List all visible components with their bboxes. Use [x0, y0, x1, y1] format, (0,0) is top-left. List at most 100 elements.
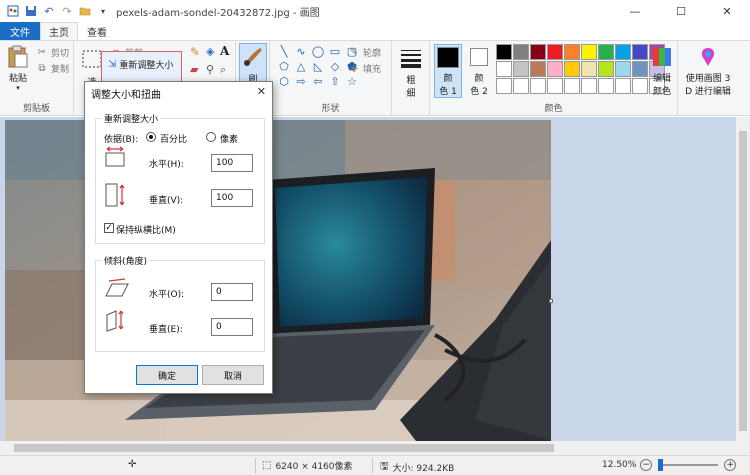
- palette-color-swatch[interactable]: [547, 78, 563, 94]
- image-dimensions: ⬚ 6240 × 4160像素: [262, 459, 353, 472]
- percent-radio[interactable]: [146, 132, 156, 142]
- zoom-out-icon[interactable]: −: [640, 459, 653, 471]
- curve-shape-icon[interactable]: ∿: [294, 45, 308, 58]
- palette-color-swatch[interactable]: [564, 78, 580, 94]
- palette-color-swatch[interactable]: [564, 61, 580, 77]
- polygon-shape-icon[interactable]: ⬠: [277, 60, 291, 73]
- palette-color-swatch[interactable]: [530, 61, 546, 77]
- palette-color-swatch[interactable]: [564, 44, 580, 60]
- resize-button[interactable]: ⇲ 重新调整大小: [108, 58, 173, 71]
- fill-icon[interactable]: ◈: [206, 45, 214, 58]
- palette-color-swatch[interactable]: [615, 61, 631, 77]
- zoom-slider-thumb[interactable]: [658, 459, 664, 471]
- tab-home[interactable]: 主页: [40, 22, 78, 40]
- dialog-title: 调整大小和扭曲: [91, 90, 161, 101]
- paste-button[interactable]: 粘贴 ▾: [6, 45, 30, 92]
- pixels-label[interactable]: 像素: [220, 132, 238, 145]
- magnifier-icon[interactable]: ⌕: [220, 63, 226, 77]
- undo-icon[interactable]: ↶: [42, 4, 56, 18]
- text-icon[interactable]: A: [220, 44, 229, 58]
- palette-color-swatch[interactable]: [496, 44, 512, 60]
- keep-ratio-checkbox[interactable]: ✓: [104, 223, 114, 233]
- close-button[interactable]: ✕: [704, 0, 750, 22]
- tab-file[interactable]: 文件: [0, 22, 40, 40]
- color2-label-1: 颜: [474, 74, 484, 84]
- rect-shape-icon[interactable]: ▭: [328, 45, 342, 58]
- diamond-shape-icon[interactable]: ◇: [328, 60, 342, 73]
- skew-vertical-input[interactable]: [211, 318, 253, 336]
- copy-button[interactable]: ⧉ 复制: [36, 62, 69, 75]
- paint3d-button[interactable]: 使用画图 3 D 进行编辑: [682, 45, 734, 97]
- resize-skew-dialog: 调整大小和扭曲 ✕ 重新调整大小 依据(B): 百分比 像素 水平(H): 垂直…: [84, 81, 273, 394]
- vertical-scrollbar[interactable]: [736, 117, 750, 455]
- palette-color-swatch[interactable]: [581, 78, 597, 94]
- skew-fieldset: 倾斜(角度): [95, 254, 265, 352]
- triangle-shape-icon[interactable]: △: [294, 60, 308, 73]
- paint3d-label-1: 使用画图 3: [685, 74, 731, 84]
- maximize-button[interactable]: ☐: [658, 0, 704, 22]
- redo-icon[interactable]: ↷: [60, 4, 74, 18]
- outline-button[interactable]: ✎ 轮廓: [348, 46, 381, 59]
- horizontal-scrollbar[interactable]: [0, 441, 736, 455]
- line-shape-icon[interactable]: ╲: [277, 45, 291, 58]
- star-shape-icon[interactable]: ☆: [345, 75, 359, 88]
- palette-color-swatch[interactable]: [496, 61, 512, 77]
- palette-color-swatch[interactable]: [496, 78, 512, 94]
- palette-color-swatch[interactable]: [513, 78, 529, 94]
- pixels-radio[interactable]: [206, 132, 216, 142]
- cancel-button[interactable]: 取消: [202, 365, 264, 385]
- arrow-right-shape-icon[interactable]: ⇨: [294, 75, 308, 88]
- palette-color-swatch[interactable]: [615, 44, 631, 60]
- size-button[interactable]: 粗 细: [399, 46, 423, 99]
- vertical-scroll-thumb[interactable]: [739, 131, 747, 431]
- palette-color-swatch[interactable]: [632, 61, 648, 77]
- status-separator: [372, 458, 373, 473]
- color-picker-icon[interactable]: ⚲: [206, 63, 214, 76]
- color1-button[interactable]: 颜 色 1: [434, 44, 462, 98]
- zoom-slider[interactable]: [658, 459, 719, 471]
- palette-color-swatch[interactable]: [547, 44, 563, 60]
- horizontal-scroll-thumb[interactable]: [14, 444, 554, 452]
- palette-color-swatch[interactable]: [598, 61, 614, 77]
- palette-color-swatch[interactable]: [530, 78, 546, 94]
- palette-color-swatch[interactable]: [598, 44, 614, 60]
- minimize-button[interactable]: —: [612, 0, 658, 22]
- arrow-up-shape-icon[interactable]: ⇧: [328, 75, 342, 88]
- zoom-in-icon[interactable]: +: [724, 459, 737, 471]
- tab-view[interactable]: 查看: [78, 22, 116, 40]
- keep-ratio-label[interactable]: 保持纵横比(M): [116, 223, 176, 236]
- palette-color-swatch[interactable]: [581, 61, 597, 77]
- color2-button[interactable]: 颜 色 2: [466, 44, 492, 97]
- save-icon[interactable]: [24, 4, 38, 18]
- palette-color-swatch[interactable]: [530, 44, 546, 60]
- ok-button[interactable]: 确定: [136, 365, 198, 385]
- palette-color-swatch[interactable]: [581, 44, 597, 60]
- eraser-icon[interactable]: ▰: [190, 63, 198, 76]
- color1-swatch: [437, 47, 459, 68]
- right-triangle-shape-icon[interactable]: ◺: [311, 60, 325, 73]
- resize-handle-right[interactable]: [549, 299, 553, 303]
- arrow-left-shape-icon[interactable]: ⇦: [311, 75, 325, 88]
- oval-shape-icon[interactable]: ◯: [311, 45, 325, 58]
- palette-color-swatch[interactable]: [632, 44, 648, 60]
- palette-color-swatch[interactable]: [513, 44, 529, 60]
- palette-color-swatch[interactable]: [632, 78, 648, 94]
- percent-label[interactable]: 百分比: [160, 132, 187, 145]
- horizontal-input[interactable]: [211, 154, 253, 172]
- skew-horizontal-input[interactable]: [211, 283, 253, 301]
- customize-toolbar-icon[interactable]: ▾: [96, 4, 110, 18]
- cut-button[interactable]: ✂ 剪切: [36, 46, 69, 59]
- edit-colors-button[interactable]: 编辑 颜色: [648, 45, 676, 97]
- palette-color-swatch[interactable]: [615, 78, 631, 94]
- vertical-input[interactable]: [211, 189, 253, 207]
- copy-label: 复制: [51, 65, 70, 75]
- hexagon-shape-icon[interactable]: ⬡: [277, 75, 291, 88]
- fill-button[interactable]: ◈ 填充: [348, 62, 381, 75]
- palette-color-swatch[interactable]: [513, 61, 529, 77]
- pencil-icon[interactable]: ✎: [190, 45, 200, 59]
- palette-color-swatch[interactable]: [598, 78, 614, 94]
- folder-icon[interactable]: [78, 4, 92, 18]
- dialog-close-button[interactable]: ✕: [257, 85, 266, 98]
- palette-color-swatch[interactable]: [547, 61, 563, 77]
- edit-colors-label-1: 编辑: [652, 74, 671, 84]
